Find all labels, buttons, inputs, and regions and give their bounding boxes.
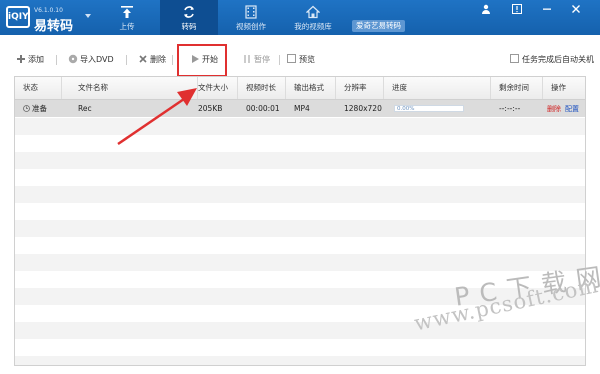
annotation-arrow xyxy=(117,88,197,146)
